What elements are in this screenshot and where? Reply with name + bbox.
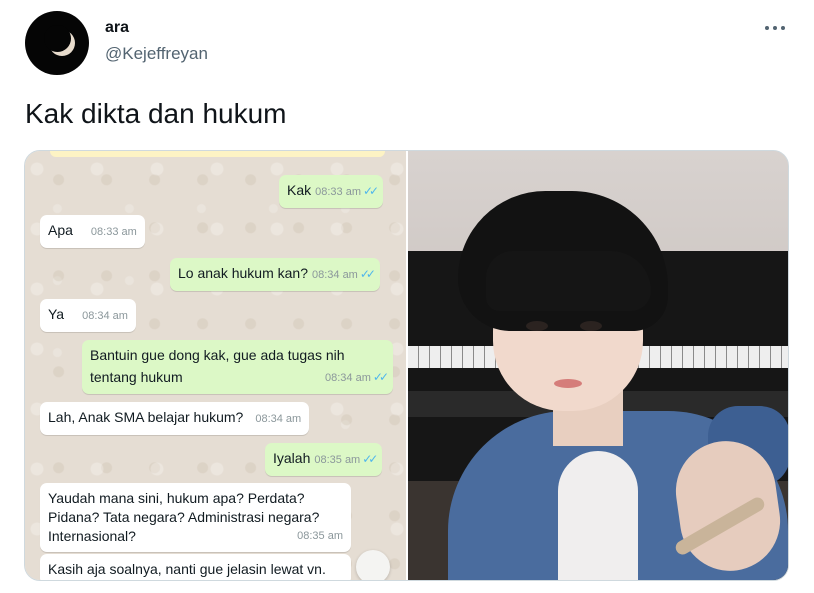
chat-message-outgoing: Iyalah 08:35 am ✓✓: [265, 443, 383, 476]
tweet-media: Kak 08:33 am ✓✓ Apa 08:33 am Lo anak hukum …: [24, 150, 789, 581]
chat-message-outgoing: Lo anak hukum kan? 08:34 am ✓✓: [170, 258, 380, 291]
chat-message-incoming: Kasih aja soalnya, nanti gue jelasin lew…: [40, 554, 351, 580]
read-ticks-icon: ✓✓: [363, 184, 379, 198]
more-options-icon[interactable]: [762, 19, 788, 37]
avatar[interactable]: [25, 11, 89, 75]
chat-top-strip: [50, 151, 385, 157]
chat-screenshot-image[interactable]: Kak 08:33 am ✓✓ Apa 08:33 am Lo anak hukum …: [25, 151, 406, 580]
tweet: ara @Kejeffreyan Kak dikta dan hukum Kak…: [0, 0, 814, 593]
chat-message-outgoing: Bantuin gue dong kak, gue ada tugas nih …: [82, 340, 393, 394]
chat-message-incoming: Yaudah mana sini, hukum apa? Perdata? Pi…: [40, 483, 351, 552]
scroll-down-button[interactable]: [356, 550, 390, 580]
chat-message-incoming: Ya 08:34 am: [40, 299, 136, 332]
read-ticks-icon: ✓✓: [362, 452, 378, 466]
tweet-text: Kak dikta dan hukum: [25, 98, 287, 129]
chat-message-outgoing: Kak 08:33 am ✓✓: [279, 175, 384, 208]
user-handle[interactable]: @Kejeffreyan: [105, 44, 208, 64]
read-ticks-icon: ✓✓: [359, 267, 376, 281]
read-ticks-icon: ✓✓: [372, 370, 389, 384]
display-name[interactable]: ara: [105, 19, 129, 37]
selfie-photo-image[interactable]: [408, 151, 788, 580]
chat-message-incoming: Lah, Anak SMA belajar hukum? 08:34 am: [40, 402, 310, 435]
chat-message-incoming: Apa 08:33 am: [40, 215, 145, 248]
